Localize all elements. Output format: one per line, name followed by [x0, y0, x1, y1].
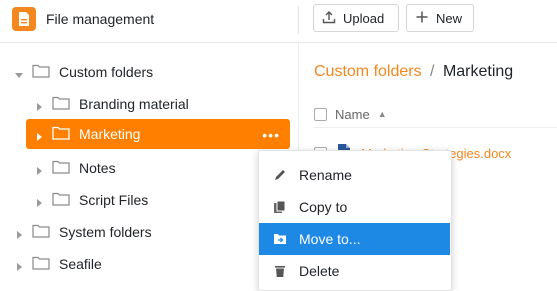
move-icon	[273, 232, 287, 246]
caret-right-icon[interactable]	[34, 195, 44, 207]
tree-item-label: System folders	[59, 224, 152, 240]
plus-icon	[415, 10, 429, 27]
name-column-header[interactable]: Name	[335, 107, 370, 122]
folder-tree: Custom folders Branding material Marketi…	[0, 43, 298, 289]
menu-item-label: Copy to	[299, 199, 348, 215]
more-options-icon[interactable]: •••	[262, 127, 280, 143]
breadcrumb-current: Marketing	[442, 63, 514, 80]
copy-icon	[273, 200, 287, 214]
tree-item-label: Marketing	[79, 126, 141, 142]
folder-icon	[52, 96, 70, 113]
caret-right-icon[interactable]	[34, 163, 44, 175]
folder-icon	[32, 224, 50, 241]
upload-button[interactable]: Upload	[313, 4, 399, 32]
tree-item-label: Notes	[79, 160, 116, 176]
breadcrumb-separator: /	[430, 63, 435, 80]
context-menu: Rename Copy to Move to... Delete	[258, 150, 452, 291]
tree-item-marketing[interactable]: Marketing •••	[26, 119, 290, 149]
tree-item-label: Seafile	[59, 256, 102, 272]
tree-item-label: Branding material	[79, 96, 189, 112]
caret-right-icon[interactable]	[34, 99, 44, 111]
tree-item-custom-folders[interactable]: Custom folders	[14, 57, 284, 87]
top-bar: File management Upload New	[0, 0, 557, 43]
caret-right-icon[interactable]	[14, 227, 24, 239]
menu-item-copy-to[interactable]: Copy to	[259, 191, 450, 223]
caret-right-icon[interactable]	[34, 129, 44, 141]
menu-item-label: Rename	[299, 167, 352, 183]
sort-ascending-icon[interactable]: ▲	[378, 109, 387, 119]
pencil-icon	[273, 168, 287, 182]
tree-item-branding-material[interactable]: Branding material	[34, 89, 284, 119]
tree-item-label: Custom folders	[59, 64, 154, 80]
document-icon	[12, 7, 36, 31]
menu-item-move-to[interactable]: Move to...	[259, 223, 450, 255]
menu-item-label: Move to...	[299, 231, 361, 247]
trash-icon	[273, 264, 287, 278]
menu-item-delete[interactable]: Delete	[259, 255, 450, 287]
tree-item-seafile[interactable]: Seafile	[14, 249, 284, 279]
upload-label: Upload	[343, 10, 385, 26]
caret-down-icon[interactable]	[14, 67, 24, 78]
tree-item-label: Script Files	[79, 192, 149, 208]
list-header: Name ▲	[314, 101, 557, 128]
tree-item-script-files[interactable]: Script Files	[34, 185, 284, 215]
caret-right-icon[interactable]	[14, 259, 24, 271]
upload-icon	[322, 10, 336, 27]
menu-item-label: Delete	[299, 263, 340, 279]
menu-item-rename[interactable]: Rename	[259, 159, 450, 191]
folder-icon	[32, 64, 50, 81]
folder-icon	[52, 126, 70, 143]
folder-icon	[32, 256, 50, 273]
header-divider	[298, 6, 299, 34]
app-title: File management	[46, 11, 155, 27]
new-label: New	[436, 10, 463, 26]
folder-icon	[52, 160, 70, 177]
folder-icon	[52, 192, 70, 209]
select-all-checkbox[interactable]	[314, 107, 327, 121]
tree-item-system-folders[interactable]: System folders	[14, 217, 284, 247]
tree-item-notes[interactable]: Notes	[34, 153, 284, 183]
breadcrumb: Custom folders / Marketing	[314, 63, 513, 81]
breadcrumb-parent-link[interactable]: Custom folders	[314, 63, 422, 80]
new-button[interactable]: New	[406, 4, 474, 32]
